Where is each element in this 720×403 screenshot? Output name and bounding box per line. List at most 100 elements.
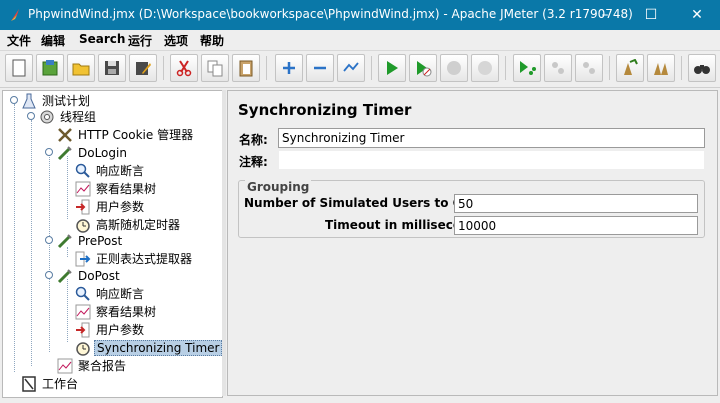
remote-shutdown-icon: [583, 62, 595, 74]
tree-node-dologin[interactable]: DoLogin: [57, 143, 129, 161]
cut-icon: [176, 60, 192, 77]
start-no-timers-icon: [417, 61, 432, 77]
menu-search[interactable]: Search: [79, 32, 125, 46]
save-button[interactable]: [98, 54, 126, 82]
tree-node-thread-group[interactable]: 线程组: [39, 107, 98, 125]
tree-toggle[interactable]: [27, 112, 35, 120]
stop-icon: [447, 61, 461, 75]
stop-button[interactable]: [440, 54, 468, 82]
listener-icon: [75, 304, 91, 319]
comment-row: 注释:: [236, 150, 709, 170]
collapse-icon: [314, 66, 326, 70]
timeout-input[interactable]: [454, 216, 698, 235]
remote-shutdown-button[interactable]: [575, 54, 603, 82]
tree-node-user-parameters[interactable]: 用户参数: [75, 197, 146, 215]
synchronizing-timer-panel: Synchronizing Timer 名称: 注释: Grouping Num…: [227, 90, 718, 396]
name-input[interactable]: [278, 128, 705, 148]
status-bar: [0, 398, 720, 403]
tree-node-prepost[interactable]: PrePost: [57, 231, 124, 249]
menu-help[interactable]: 帮助: [200, 32, 224, 49]
tree-node-aggregate-report[interactable]: 聚合报告: [57, 356, 128, 374]
test-plan-tree: 测试计划 线程组 HTTP Cookie 管理器 DoLogin 响应断言 察看…: [2, 90, 223, 398]
toolbar-separator: [163, 56, 164, 80]
toolbar: [0, 51, 720, 88]
cut-button[interactable]: [170, 54, 198, 82]
minimize-button[interactable]: –: [582, 0, 628, 30]
close-button[interactable]: ✕: [674, 0, 720, 30]
menu-options[interactable]: 选项: [164, 32, 188, 49]
listener-icon: [57, 358, 73, 373]
start-button[interactable]: [378, 54, 406, 82]
menu-run[interactable]: 运行: [128, 32, 152, 49]
preprocessor-icon: [76, 322, 90, 337]
clear-all-button[interactable]: [647, 54, 675, 82]
tree-connector: [67, 279, 68, 342]
toolbar-separator: [266, 56, 267, 80]
clear-button[interactable]: [616, 54, 644, 82]
menu-bar: 文件 编辑 Search 运行 选项 帮助: [0, 30, 720, 51]
tree-node-response-assertion[interactable]: 响应断言: [75, 284, 146, 302]
save-as-icon: [136, 62, 151, 75]
copy-button[interactable]: [201, 54, 229, 82]
tree-toggle[interactable]: [45, 148, 53, 156]
tree-connector: [49, 152, 50, 352]
tree-toggle[interactable]: [10, 96, 18, 104]
window-title: PhpwindWind.jmx (D:\Workspace\bookworksp…: [28, 7, 633, 21]
expand-icon: [283, 62, 295, 74]
thread-group-icon: [40, 110, 54, 123]
tree-node-workbench[interactable]: 工作台: [21, 374, 80, 392]
tree-node-view-results-tree[interactable]: 察看结果树: [75, 179, 158, 197]
tree-connector: [31, 120, 32, 366]
toggle-icon: [343, 62, 359, 72]
split-pane-divider[interactable]: [222, 90, 226, 396]
shutdown-icon: [478, 61, 492, 75]
assertion-icon: [75, 286, 90, 301]
search-button[interactable]: [688, 54, 716, 82]
maximize-button[interactable]: ☐: [628, 0, 674, 30]
comment-label: 注释:: [239, 155, 268, 169]
expand-button[interactable]: [275, 54, 303, 82]
shutdown-button[interactable]: [471, 54, 499, 82]
clear-all-icon: [654, 63, 668, 75]
start-no-timers-button[interactable]: [409, 54, 437, 82]
tree-node-view-results-tree[interactable]: 察看结果树: [75, 302, 158, 320]
templates-button[interactable]: [36, 54, 64, 82]
tree-node-synchronizing-timer[interactable]: Synchronizing Timer: [75, 338, 223, 356]
collapse-button[interactable]: [306, 54, 334, 82]
tree-toggle[interactable]: [45, 236, 53, 244]
menu-edit[interactable]: 编辑: [41, 32, 65, 49]
grouping-panel: Grouping Number of Simulated Users to Gr…: [238, 180, 705, 238]
save-as-button[interactable]: [129, 54, 157, 82]
cookie-manager-icon: [58, 127, 72, 142]
timer-icon: [76, 341, 90, 356]
toolbar-separator: [681, 56, 682, 80]
remote-stop-button[interactable]: [544, 54, 572, 82]
tree-node-regex-extractor[interactable]: 正则表达式提取器: [75, 249, 194, 267]
name-label: 名称:: [239, 133, 268, 147]
copy-icon: [207, 60, 223, 77]
new-button[interactable]: [5, 54, 33, 82]
sampler-icon: [57, 145, 72, 160]
tree-toggle[interactable]: [45, 271, 53, 279]
remote-start-button[interactable]: [513, 54, 541, 82]
toggle-button[interactable]: [337, 54, 365, 82]
tree-node-response-assertion[interactable]: 响应断言: [75, 161, 146, 179]
tree-node-dopost[interactable]: DoPost: [57, 266, 122, 284]
new-icon: [12, 59, 26, 77]
open-icon: [72, 63, 90, 76]
title-bar: PhpwindWind.jmx (D:\Workspace\bookworksp…: [0, 0, 720, 30]
tree-connector: [14, 104, 15, 372]
users-to-group-input[interactable]: [454, 194, 698, 213]
menu-file[interactable]: 文件: [7, 32, 31, 49]
remote-stop-icon: [552, 62, 564, 74]
open-button[interactable]: [67, 54, 95, 82]
tree-node-user-parameters[interactable]: 用户参数: [75, 320, 146, 338]
tree-connector: [67, 156, 68, 219]
paste-button[interactable]: [232, 54, 260, 82]
tree-node-cookie-manager[interactable]: HTTP Cookie 管理器: [57, 125, 195, 143]
search-icon: [694, 65, 710, 74]
assertion-icon: [75, 163, 90, 178]
grouping-legend: Grouping: [245, 180, 312, 194]
postprocessor-icon: [75, 251, 91, 266]
comment-input[interactable]: [278, 150, 705, 170]
